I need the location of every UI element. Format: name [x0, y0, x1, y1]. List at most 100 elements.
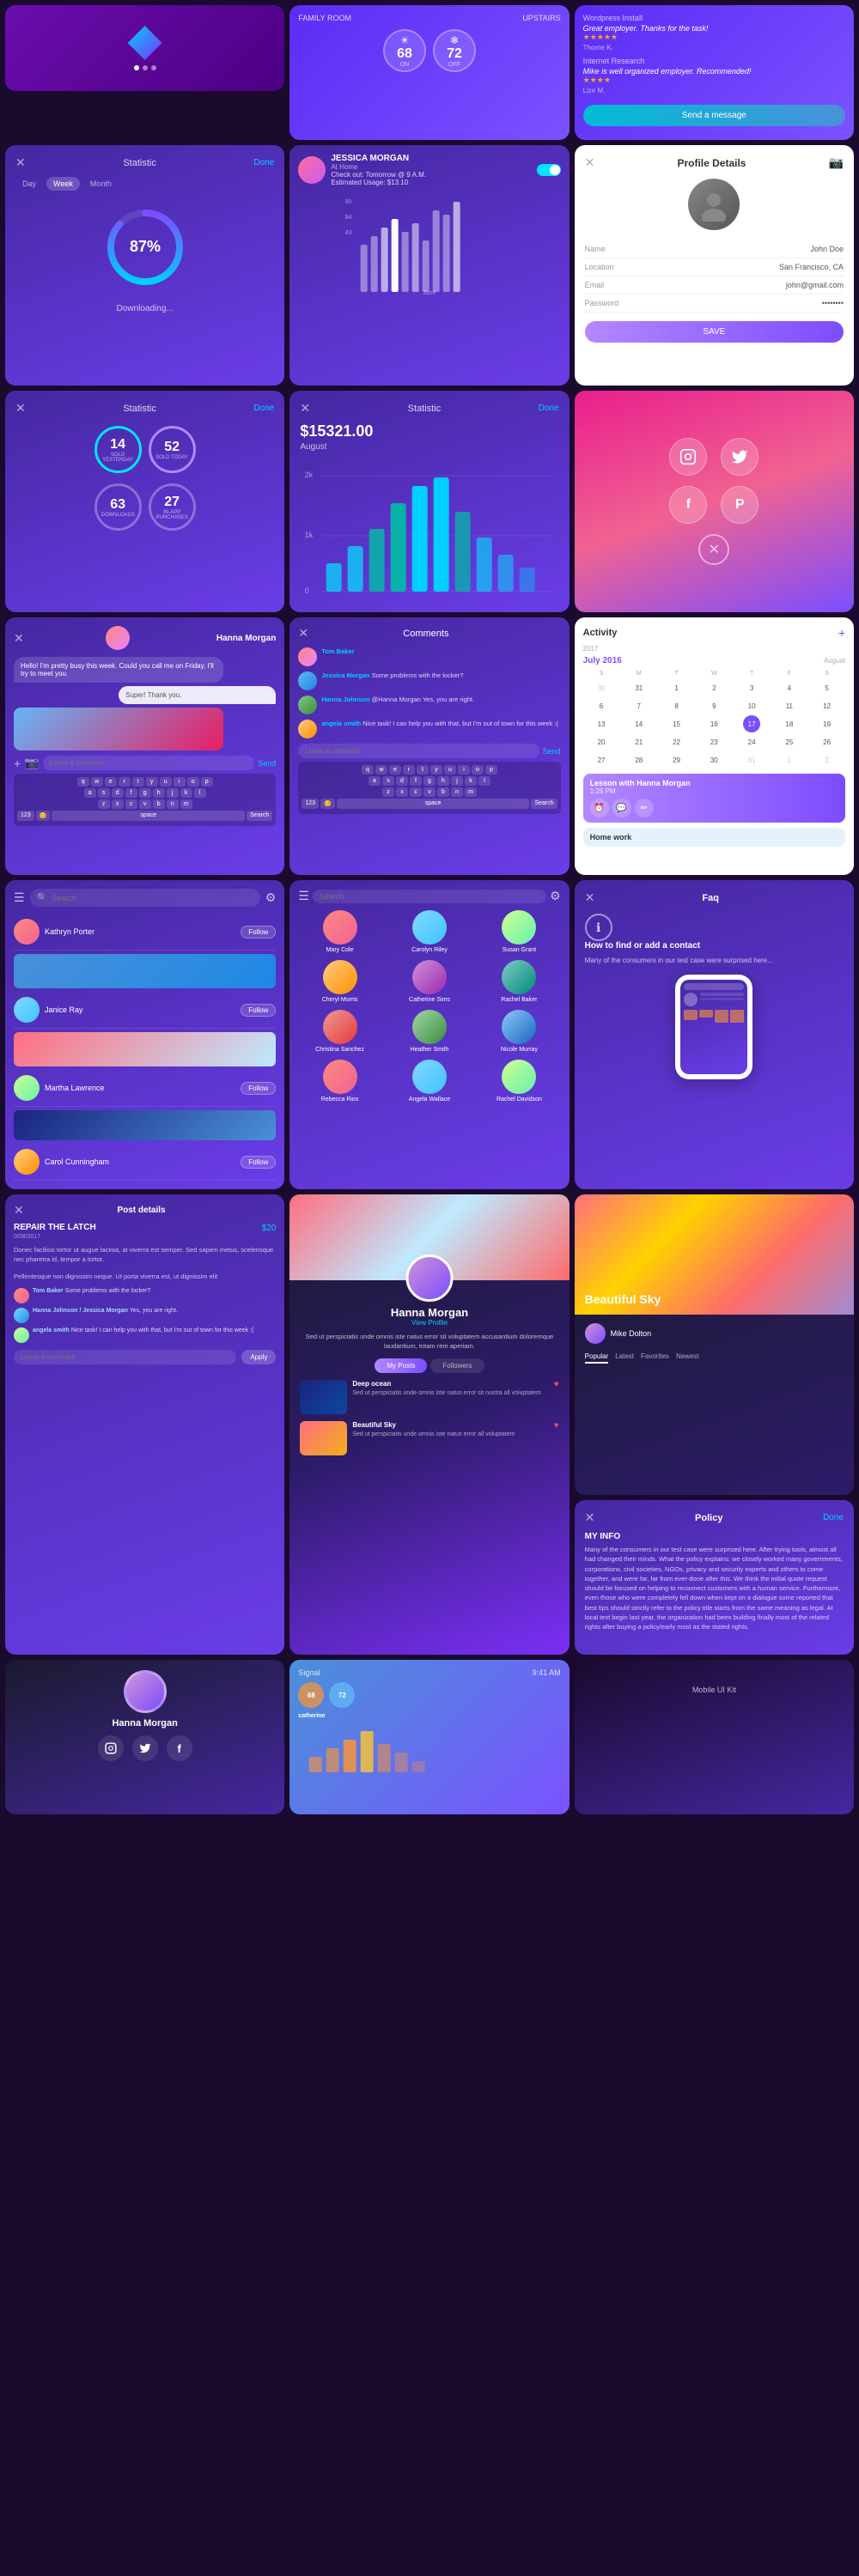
- plus-icon[interactable]: +: [14, 756, 21, 770]
- person-avatar-8[interactable]: [412, 1010, 447, 1044]
- key-k[interactable]: k: [180, 788, 192, 798]
- cal-day-9[interactable]: 9: [705, 697, 722, 714]
- settings-icon[interactable]: ⚙: [265, 890, 277, 905]
- ckey-search[interactable]: Search: [531, 799, 557, 809]
- cal-day-19[interactable]: 19: [819, 715, 836, 732]
- key-space[interactable]: space: [52, 811, 245, 821]
- comments-send-button[interactable]: Send: [543, 747, 561, 756]
- cal-day-24[interactable]: 24: [743, 733, 760, 750]
- cal-day-26[interactable]: 26: [819, 733, 836, 750]
- key-search[interactable]: Search: [247, 811, 272, 821]
- cal-day-17[interactable]: 17: [743, 715, 760, 732]
- key-w[interactable]: w: [91, 777, 103, 787]
- ckey-b[interactable]: b: [437, 787, 449, 797]
- cal-day-16[interactable]: 16: [705, 715, 722, 732]
- faq-close-button[interactable]: ✕: [585, 890, 595, 905]
- cal-day-5[interactable]: 5: [819, 679, 836, 696]
- cal-day-29[interactable]: 29: [668, 751, 685, 769]
- cal-day-2b[interactable]: 2: [819, 751, 836, 769]
- camera-icon[interactable]: 📷: [829, 155, 844, 170]
- cal-day-31[interactable]: 31: [631, 679, 648, 696]
- follow-search-input[interactable]: [52, 894, 253, 902]
- key-g[interactable]: g: [139, 788, 151, 798]
- people-settings-icon[interactable]: ⚙: [550, 889, 561, 903]
- cal-day-3[interactable]: 3: [743, 679, 760, 696]
- comments-close-button[interactable]: ✕: [298, 626, 308, 641]
- cal-day-22[interactable]: 22: [668, 733, 685, 750]
- ckey-m[interactable]: m: [465, 787, 477, 797]
- key-m[interactable]: m: [180, 799, 192, 809]
- cal-day-13[interactable]: 13: [593, 715, 610, 732]
- key-n[interactable]: n: [167, 799, 179, 809]
- cal-day-31b[interactable]: 31: [743, 751, 760, 769]
- policy-close-button[interactable]: ✕: [585, 1510, 595, 1525]
- ckey-t[interactable]: t: [417, 765, 429, 775]
- people-hamburger-icon[interactable]: ☰: [298, 889, 309, 903]
- dot-2[interactable]: [143, 65, 148, 70]
- footer-facebook-button[interactable]: f: [167, 1735, 192, 1761]
- cal-day-1b[interactable]: 1: [781, 751, 798, 769]
- key-s[interactable]: s: [98, 788, 110, 798]
- chat-input[interactable]: [43, 756, 255, 770]
- key-emoji[interactable]: 😊: [36, 811, 51, 821]
- send-message-button[interactable]: Send a message: [583, 105, 845, 126]
- chat-close-button[interactable]: ✕: [14, 631, 24, 646]
- ckey-q[interactable]: q: [362, 765, 374, 775]
- key-t[interactable]: t: [132, 777, 144, 787]
- ckey-n[interactable]: n: [451, 787, 463, 797]
- key-y[interactable]: y: [146, 777, 158, 787]
- instagram-button[interactable]: [669, 438, 707, 476]
- person-avatar-7[interactable]: [323, 1010, 357, 1044]
- key-x[interactable]: x: [112, 799, 124, 809]
- key-o[interactable]: o: [187, 777, 199, 787]
- person-avatar-10[interactable]: [323, 1060, 357, 1094]
- money-close-button[interactable]: ✕: [300, 401, 310, 416]
- dot-1[interactable]: [134, 65, 139, 70]
- ckey-a[interactable]: a: [369, 776, 381, 786]
- person-avatar-12[interactable]: [502, 1060, 536, 1094]
- ckey-l[interactable]: l: [478, 776, 490, 786]
- person-avatar-5[interactable]: [412, 960, 447, 994]
- key-j[interactable]: j: [167, 788, 179, 798]
- person-avatar-2[interactable]: [412, 910, 447, 945]
- key-u[interactable]: u: [160, 777, 172, 787]
- key-d[interactable]: d: [112, 788, 124, 798]
- person-avatar-9[interactable]: [502, 1010, 536, 1044]
- toggle-switch[interactable]: [537, 164, 561, 176]
- key-p[interactable]: p: [201, 777, 213, 787]
- apply-input[interactable]: [14, 1350, 236, 1364]
- ckey-g[interactable]: g: [423, 776, 436, 786]
- tab-day[interactable]: Day: [15, 177, 43, 191]
- follow-button-3[interactable]: Follow: [241, 1082, 276, 1095]
- key-c[interactable]: c: [125, 799, 137, 809]
- ckey-c[interactable]: c: [410, 787, 422, 797]
- tab-favorites[interactable]: Favorites: [641, 1351, 669, 1364]
- tab-my-posts[interactable]: My Posts: [375, 1358, 427, 1373]
- ckey-i[interactable]: i: [458, 765, 470, 775]
- key-z[interactable]: z: [98, 799, 110, 809]
- key-a[interactable]: a: [84, 788, 96, 798]
- event-message-button[interactable]: 💬: [612, 799, 631, 817]
- chat-send-button[interactable]: Send: [258, 759, 276, 768]
- ckey-v[interactable]: v: [423, 787, 436, 797]
- ckey-d[interactable]: d: [396, 776, 408, 786]
- thermo-circle-1[interactable]: ☀ 68 ON: [383, 29, 426, 72]
- heart-icon[interactable]: ♥: [554, 1380, 559, 1414]
- cal-day-30[interactable]: 30: [593, 679, 610, 696]
- ckey-x[interactable]: x: [396, 787, 408, 797]
- thermo-circle-2[interactable]: ❄ 72 OFF: [433, 29, 476, 72]
- ckey-emoji[interactable]: 😊: [320, 799, 335, 809]
- follow-button-2[interactable]: Follow: [241, 1004, 276, 1017]
- cal-day-1[interactable]: 1: [668, 679, 685, 696]
- key-123[interactable]: 123: [17, 811, 34, 821]
- cal-day-7[interactable]: 7: [631, 697, 648, 714]
- tab-week[interactable]: Week: [46, 177, 80, 191]
- cal-day-20[interactable]: 20: [593, 733, 610, 750]
- person-avatar-6[interactable]: [502, 960, 536, 994]
- sales-done-button[interactable]: Done: [253, 404, 274, 413]
- ckey-e[interactable]: e: [389, 765, 401, 775]
- cal-day-4[interactable]: 4: [781, 679, 798, 696]
- people-search-input[interactable]: [313, 890, 546, 903]
- ckey-f[interactable]: f: [410, 776, 422, 786]
- cal-day-28[interactable]: 28: [631, 751, 648, 769]
